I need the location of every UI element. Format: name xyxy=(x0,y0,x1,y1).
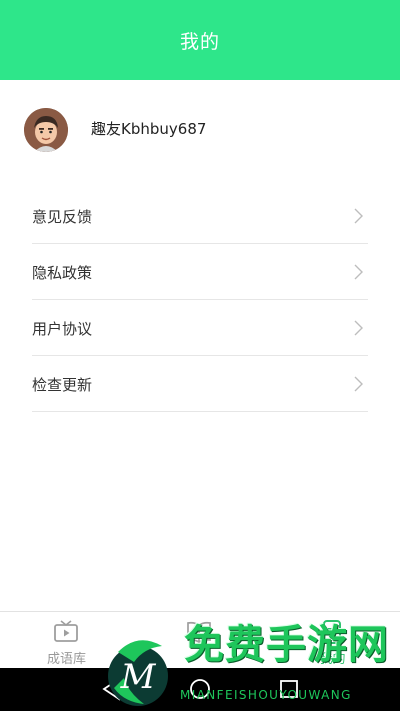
chevron-right-icon xyxy=(354,320,363,336)
watermark-english-text: MIANFEISHOUYOUWANG xyxy=(180,688,352,702)
menu-item-label: 检查更新 xyxy=(32,376,93,394)
page-title: 我的 xyxy=(179,30,220,53)
menu-item-label: 用户协议 xyxy=(32,320,93,338)
app-header: 我的 xyxy=(0,0,400,80)
menu-item-user-agreement[interactable]: 用户协议 xyxy=(32,300,368,356)
chevron-right-icon xyxy=(354,264,363,280)
tv-icon xyxy=(54,620,78,642)
profile-section[interactable]: 趣友Kbhbuy687 xyxy=(0,80,400,180)
chevron-right-icon xyxy=(354,376,363,392)
menu-item-privacy-policy[interactable]: 隐私政策 xyxy=(32,244,368,300)
watermark-logo-icon: M xyxy=(108,640,168,706)
menu-item-feedback[interactable]: 意见反馈 xyxy=(32,188,368,244)
menu-item-label: 意见反馈 xyxy=(32,208,93,226)
watermark-chinese-text: 免费手游网 xyxy=(184,622,389,668)
settings-menu: 意见反馈 隐私政策 用户协议 检查更新 xyxy=(0,188,400,412)
menu-item-check-update[interactable]: 检查更新 xyxy=(32,356,368,412)
chevron-right-icon xyxy=(354,208,363,224)
watermark: M 免费手游网 MIANFEISHOUYOUWANG xyxy=(100,610,400,711)
username: 趣友Kbhbuy687 xyxy=(91,120,207,138)
watermark-logo-letter: M xyxy=(120,657,157,697)
avatar[interactable] xyxy=(24,108,68,152)
menu-item-label: 隐私政策 xyxy=(32,264,93,282)
